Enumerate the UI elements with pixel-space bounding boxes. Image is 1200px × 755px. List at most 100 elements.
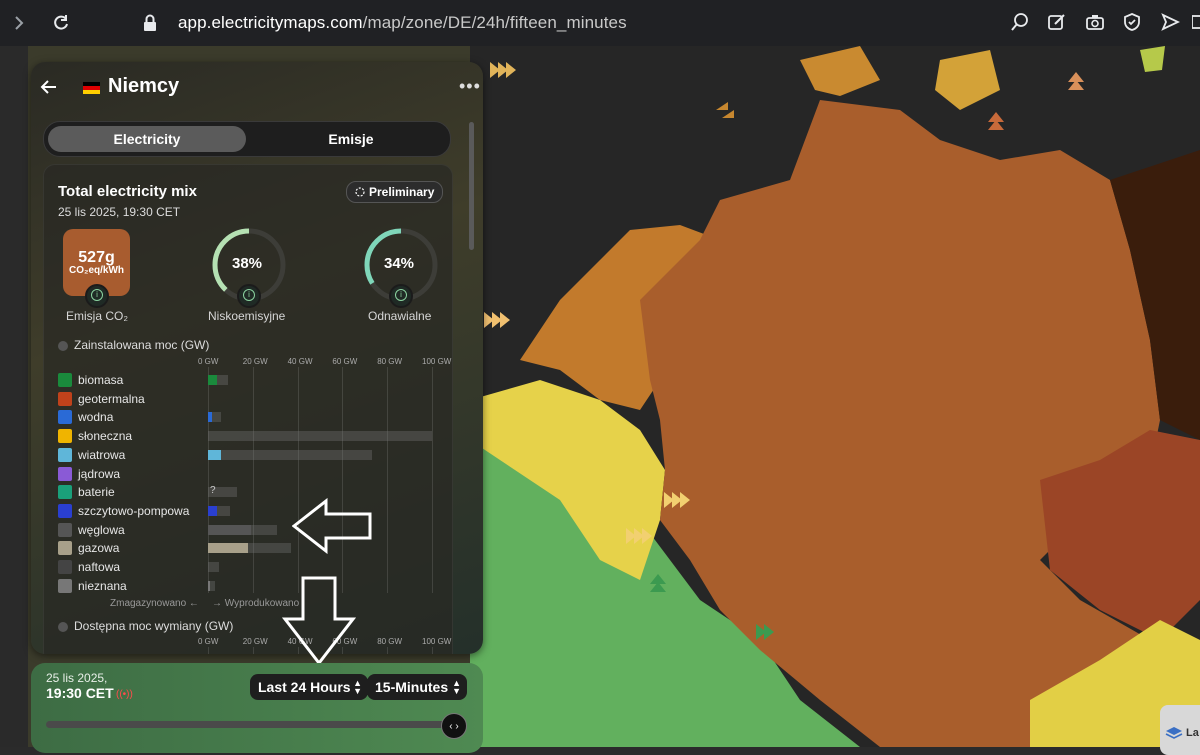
gas-icon (58, 541, 72, 556)
renewable-label: Odnawialne (368, 309, 432, 323)
source-row[interactable]: biomasa (58, 371, 123, 389)
electricity-mix-card: Total electricity mix 25 lis 2025, 19:30… (43, 164, 453, 654)
source-row[interactable]: nieznana (58, 577, 127, 595)
source-row[interactable]: geotermalna (58, 390, 145, 408)
lock-icon[interactable] (139, 12, 161, 34)
renewable-info-icon[interactable]: i (389, 284, 413, 308)
germany-flag-icon (83, 82, 100, 94)
source-row[interactable]: szczytowo-pompowa (58, 502, 189, 520)
exchange-capacity-toggle[interactable]: Dostępna moc wymiany (GW) (58, 619, 233, 633)
capacity-bar[interactable] (208, 431, 432, 442)
grid-line (297, 367, 299, 593)
lowcarbon-info-icon[interactable]: i (237, 284, 261, 308)
production-bar[interactable] (208, 524, 251, 535)
time-slider-knob[interactable]: ‹ › (441, 713, 467, 739)
unknown-value: ? (210, 485, 216, 497)
resolution-value: 15-Minutes (375, 679, 449, 695)
atom-icon (58, 466, 72, 481)
pump-icon (58, 503, 72, 518)
source-row[interactable]: naftowa (58, 558, 120, 576)
source-row[interactable]: baterie (58, 483, 115, 501)
source-label: jądrowa (78, 466, 121, 481)
production-bar[interactable] (208, 580, 211, 591)
panel-header: Niemcy ••• (31, 62, 483, 112)
grid-line (432, 367, 433, 593)
panel-scrollbar[interactable] (469, 122, 474, 250)
source-row[interactable]: wiatrowa (58, 446, 125, 464)
grid-line (208, 367, 209, 593)
source-label: nieznana (78, 578, 127, 593)
address-bar[interactable]: app.electricitymaps.com/map/zone/DE/24h/… (178, 13, 627, 33)
camera-icon[interactable] (1085, 12, 1107, 34)
source-row[interactable]: węglowa (58, 521, 125, 539)
production-bar[interactable] (208, 375, 217, 385)
capacity-bar[interactable] (208, 449, 372, 460)
grid-line (252, 367, 254, 593)
card-date: 25 lis 2025, 19:30 CET (58, 205, 181, 219)
url-host: app.electricitymaps.com (178, 13, 363, 32)
grid-line (342, 367, 344, 593)
send-icon[interactable] (1160, 12, 1182, 34)
leaf-icon (58, 373, 72, 387)
coal-icon (58, 522, 72, 537)
source-label: baterie (78, 485, 115, 500)
source-row[interactable]: słoneczna (58, 427, 132, 445)
source-row[interactable]: wodna (58, 408, 113, 426)
production-bar[interactable] (208, 505, 217, 516)
edit-icon[interactable] (1047, 12, 1069, 34)
layers-label: La (1186, 727, 1199, 739)
tab-bar: Electricity Emisje (43, 121, 451, 157)
spinner-icon (355, 187, 365, 197)
installed-capacity-label: Zainstalowana moc (GW) (74, 338, 210, 352)
tab-electricity[interactable]: Electricity (48, 126, 246, 152)
capacity-bar[interactable] (208, 562, 220, 572)
grid-line (432, 647, 433, 654)
exchange-tick-label: 100 GW (422, 637, 452, 646)
shield-icon[interactable] (1122, 12, 1144, 34)
card-title: Total electricity mix (58, 183, 197, 200)
zone-panel: Niemcy ••• Electricity Emisje Total elec… (31, 62, 483, 654)
installed-capacity-toggle[interactable]: Zainstalowana moc (GW) (58, 338, 209, 352)
live-icon: ((•)) (116, 689, 133, 700)
grid-line (387, 367, 389, 593)
co2-info-icon[interactable]: i (85, 284, 109, 308)
water-icon (58, 410, 72, 425)
time-range-select[interactable]: Last 24 Hours ▲ ▼ (250, 674, 368, 700)
toggle-dot (58, 340, 68, 351)
grid-line (252, 647, 254, 654)
source-label: naftowa (78, 560, 121, 574)
axis-tick-label: 0 GW (198, 357, 219, 366)
co2-label: Emisja CO₂ (66, 309, 128, 323)
more-options-icon[interactable]: ••• (459, 76, 481, 97)
layers-icon (1165, 727, 1183, 739)
axis-tick-label: 100 GW (422, 357, 452, 366)
layers-button[interactable]: La (1160, 705, 1200, 755)
time-controller: 25 lis 2025, 19:30 CET ((•)) Last 24 Hou… (31, 663, 483, 753)
preliminary-badge[interactable]: Preliminary (346, 181, 444, 203)
zoom-icon[interactable] (1010, 12, 1032, 34)
source-row[interactable]: jądrowa (58, 465, 120, 483)
timebar-date: 25 lis 2025, (46, 671, 108, 685)
axis-tick-label: 40 GW (287, 357, 313, 366)
axis-tick-label: 20 GW (242, 357, 268, 366)
extensions-icon[interactable] (1191, 12, 1200, 34)
forward-icon[interactable] (8, 12, 30, 34)
source-label: gazowa (78, 541, 120, 556)
production-bar[interactable] (208, 543, 249, 554)
source-label: wiatrowa (78, 447, 126, 462)
url-path: /map/zone/DE/24h/fifteen_minutes (362, 13, 627, 32)
time-slider-track[interactable] (46, 721, 446, 728)
renewable-value: 34% (384, 255, 415, 272)
reload-icon[interactable] (50, 12, 72, 34)
lowcarbon-value: 38% (232, 255, 263, 272)
back-arrow-icon[interactable] (40, 78, 60, 98)
tab-emissions[interactable]: Emisje (256, 126, 446, 152)
chevron-updown-icon: ▲ ▼ (452, 678, 461, 696)
source-row[interactable]: gazowa (58, 539, 119, 557)
browser-toolbar: app.electricitymaps.com/map/zone/DE/24h/… (0, 0, 1200, 46)
resolution-select[interactable]: 15-Minutes ▲ ▼ (367, 674, 467, 700)
left-edge (0, 46, 28, 747)
source-label: węglowa (78, 522, 125, 537)
production-bar[interactable] (208, 412, 213, 423)
production-bar[interactable] (208, 449, 222, 460)
